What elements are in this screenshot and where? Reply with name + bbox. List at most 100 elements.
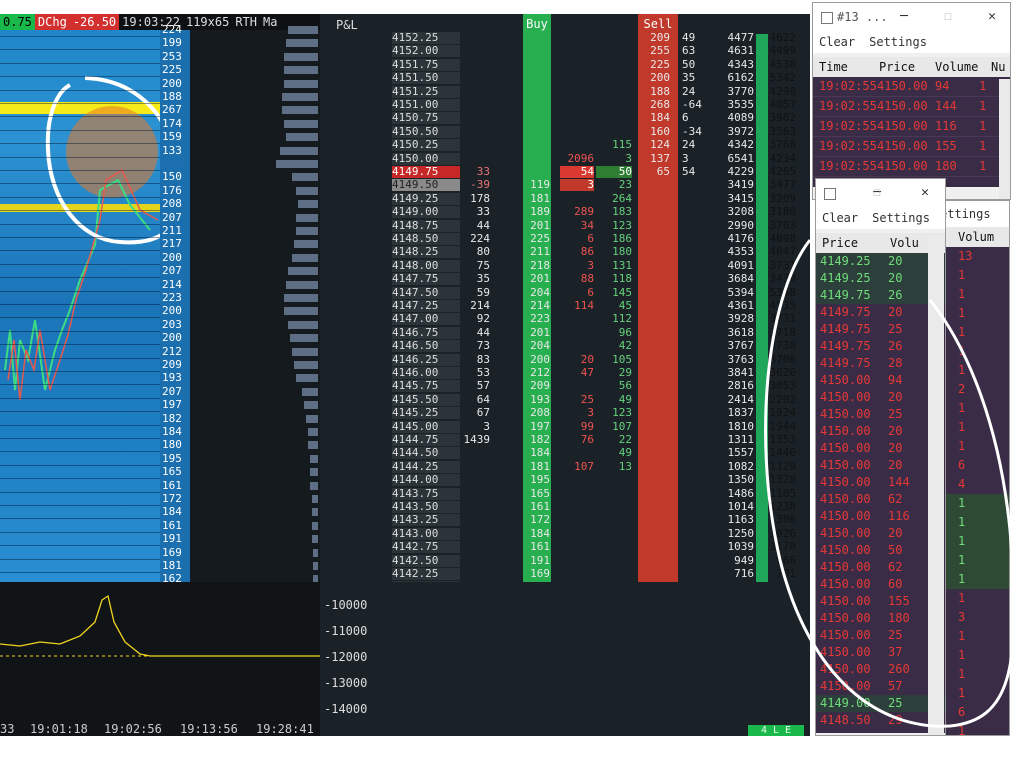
ladder-cell-a1 bbox=[560, 380, 594, 392]
ladder-row[interactable]: 4144.75 1439 182 76 22 1311 1353 bbox=[320, 434, 810, 446]
ladder-row[interactable]: 4145.75 57 209 56 2816 3053 bbox=[320, 380, 810, 393]
ladder-cell-s2 bbox=[682, 260, 704, 272]
ladder-cell-a1: 3 bbox=[560, 179, 594, 192]
ladder-row[interactable]: 4149.75 33 54 50 65 54 4229 4265 bbox=[320, 166, 810, 178]
ladder-row[interactable]: 4146.75 44 201 96 3618 3718 bbox=[320, 326, 810, 339]
ladder-cell-sell: 188 bbox=[650, 84, 670, 98]
heatmap-volume-cell: 174 bbox=[162, 116, 182, 130]
ladder-row[interactable]: 4148.00 75 218 3 131 4091 3731 bbox=[320, 259, 810, 272]
ladder-row[interactable]: 4150.25 115 124 24 4342 3768 bbox=[320, 139, 810, 152]
ladder-row[interactable]: 4150.75 184 6 4089 3982 bbox=[320, 112, 810, 125]
ladder-cell-price: 4149.50 bbox=[392, 179, 460, 192]
settings-menu[interactable]: Settings bbox=[869, 35, 927, 49]
ladder-cell-a2 bbox=[596, 501, 632, 513]
ladder-cell-c2: 3209 bbox=[769, 191, 797, 205]
ladder-cell-sell: 160 bbox=[650, 124, 670, 138]
maximize-button[interactable]: ☐ bbox=[933, 3, 963, 31]
ladder-row[interactable]: 4143.75 165 1486 1105 bbox=[320, 487, 810, 500]
ladder-row[interactable]: 4146.50 73 204 42 3767 3730 bbox=[320, 340, 810, 353]
ladder-cell-a1 bbox=[560, 313, 594, 325]
buy-header[interactable]: Buy bbox=[523, 16, 551, 32]
trade-row[interactable]: 19:02:55 4150.00 155 1 bbox=[813, 137, 1010, 157]
sell-header[interactable]: Sell bbox=[638, 16, 678, 32]
ladder-row[interactable]: 4144.25 181 107 13 1082 1129 bbox=[320, 460, 810, 473]
clear-menu[interactable]: Clear bbox=[822, 211, 858, 225]
ladder-row[interactable]: 4142.50 191 949 966 bbox=[320, 553, 810, 567]
ladder-row[interactable]: 4145.25 67 208 3 123 1837 1924 bbox=[320, 407, 810, 420]
ladder-row[interactable]: 4144.00 195 1350 1328 bbox=[320, 474, 810, 487]
heatmap-volume-cell: 214 bbox=[162, 277, 182, 291]
ladder-cell-price: 4149.25 bbox=[392, 192, 460, 205]
x-axis-label: 19:13:56 bbox=[180, 722, 238, 736]
ladder-cell-c1: 949 bbox=[734, 553, 754, 567]
ladder-row[interactable]: 4149.25 178 181 264 3415 3209 bbox=[320, 191, 810, 205]
ladder-cell-a1 bbox=[560, 112, 594, 124]
volume-profile-bar bbox=[312, 521, 318, 530]
trade-row[interactable]: 19:02:55 4150.00 180 1 bbox=[813, 157, 1010, 177]
ladder-cell-price: 4144.00 bbox=[392, 474, 460, 487]
close-button[interactable]: ✕ bbox=[977, 3, 1007, 31]
vertical-scrollbar[interactable] bbox=[999, 79, 1010, 199]
ladder-cell-sell bbox=[642, 300, 670, 312]
price-ladder[interactable]: P&L Buy Sell 4152.25 209 49 4477 4622 4152.00… bbox=[320, 14, 810, 582]
ladder-row[interactable]: 4145.50 64 193 25 49 2414 2202 bbox=[320, 393, 810, 406]
y-axis-label: -12000 bbox=[324, 650, 368, 664]
ladder-row[interactable]: 4145.00 3 197 99 107 1810 1944 bbox=[320, 420, 810, 433]
trade-row[interactable]: 19:02:55 4150.00 116 1 bbox=[813, 117, 1010, 137]
ladder-row[interactable]: 4142.25 169 716 701 bbox=[320, 568, 810, 580]
ladder-row[interactable]: 4152.25 209 49 4477 4622 bbox=[320, 32, 810, 44]
trade-row[interactable]: 19:02:55 4150.00 144 1 bbox=[813, 97, 1010, 117]
ladder-row[interactable]: 4147.00 92 223 112 3928 3731 bbox=[320, 313, 810, 326]
ladder-cell-a2 bbox=[596, 86, 632, 98]
ladder-row[interactable]: 4147.50 59 204 6 145 5394 5348 bbox=[320, 286, 810, 299]
ladder-row[interactable]: 4146.00 53 212 47 29 3841 3626 bbox=[320, 367, 810, 379]
ladder-row[interactable]: 4149.00 33 189 289 183 3208 3180 bbox=[320, 206, 810, 219]
time-sales-window[interactable]: #13 ... ─ ☐ ✕ Clear Settings Time Price V… bbox=[812, 2, 1011, 200]
clear-menu[interactable]: Clear bbox=[819, 35, 855, 49]
col-price[interactable]: Price bbox=[879, 57, 915, 77]
ladder-row[interactable]: 4148.25 80 211 86 180 4353 4047 bbox=[320, 246, 810, 259]
ladder-row[interactable]: 4148.50 224 225 6 186 4176 4098 bbox=[320, 233, 810, 245]
minimize-button[interactable]: ─ bbox=[889, 3, 919, 31]
ladder-cell-price: 4144.50 bbox=[392, 447, 460, 460]
ladder-row[interactable]: 4143.25 172 1163 1306 bbox=[320, 514, 810, 527]
ladder-row[interactable]: 4146.25 83 200 20 105 3763 3706 bbox=[320, 353, 810, 366]
col-volume[interactable]: Volume bbox=[935, 57, 978, 77]
trade-row[interactable]: 19:02:55 4150.00 94 1 bbox=[813, 77, 1010, 97]
ladder-row[interactable]: 4152.00 255 63 4631 4499 bbox=[320, 45, 810, 58]
heatmap-volume-cell: 180 bbox=[162, 438, 182, 452]
ladder-row[interactable]: 4151.75 225 50 4343 4530 bbox=[320, 58, 810, 71]
ladder-cell-sell: 268 bbox=[650, 98, 670, 111]
trade-n: 1 bbox=[979, 159, 987, 173]
ladder-row[interactable]: 4151.00 268 -64 3535 4057 bbox=[320, 99, 810, 111]
close-button[interactable]: ✕ bbox=[910, 179, 940, 207]
volume-profile-bar bbox=[308, 428, 318, 436]
ladder-row[interactable]: 4143.00 184 1250 1026 bbox=[320, 527, 810, 540]
ladder-row[interactable]: 4144.50 184 49 1557 1446 bbox=[320, 447, 810, 460]
ladder-row[interactable]: 4142.75 161 1039 1170 bbox=[320, 541, 810, 554]
ladder-cell-sell bbox=[642, 380, 670, 392]
maximize-button[interactable]: ☐ bbox=[862, 179, 892, 207]
col-time[interactable]: Time bbox=[819, 57, 848, 77]
indicator-chart[interactable] bbox=[0, 582, 320, 722]
ladder-cell-bid_l bbox=[460, 568, 490, 580]
ladder-cell-price: 4151.50 bbox=[392, 72, 460, 85]
ladder-cell-s2 bbox=[682, 474, 704, 486]
ladder-row[interactable]: 4147.25 214 214 114 45 4361 4535 bbox=[320, 300, 810, 312]
settings-menu[interactable]: Settings bbox=[872, 211, 930, 225]
ladder-cell-a2 bbox=[596, 514, 632, 526]
ladder-row[interactable]: 4143.50 161 1014 1238 bbox=[320, 501, 810, 513]
ladder-cell-buy: 182 bbox=[530, 433, 550, 446]
volume-profile-bar bbox=[296, 374, 318, 383]
ladder-row[interactable]: 4149.50 -39 119 3 23 3419 3477 bbox=[320, 179, 810, 192]
side-window-menu[interactable]: ettings bbox=[946, 201, 1009, 227]
ladder-row[interactable]: 4151.25 188 24 3770 4290 bbox=[320, 84, 810, 98]
ladder-cell-s2 bbox=[682, 394, 704, 406]
ladder-row[interactable]: 4147.75 35 201 88 118 3684 3439 bbox=[320, 273, 810, 286]
ladder-row[interactable]: 4150.50 160 -34 3972 3563 bbox=[320, 124, 810, 138]
ladder-row[interactable]: 4151.50 200 35 6162 5342 bbox=[320, 72, 810, 85]
ladder-row[interactable]: 4150.00 2096 3 137 3 6541 4234 bbox=[320, 152, 810, 165]
col-number[interactable]: Nu bbox=[991, 57, 1005, 77]
ladder-row[interactable]: 4148.75 44 201 34 123 2990 3703 bbox=[320, 219, 810, 232]
ladder-cell-sell bbox=[642, 514, 670, 526]
